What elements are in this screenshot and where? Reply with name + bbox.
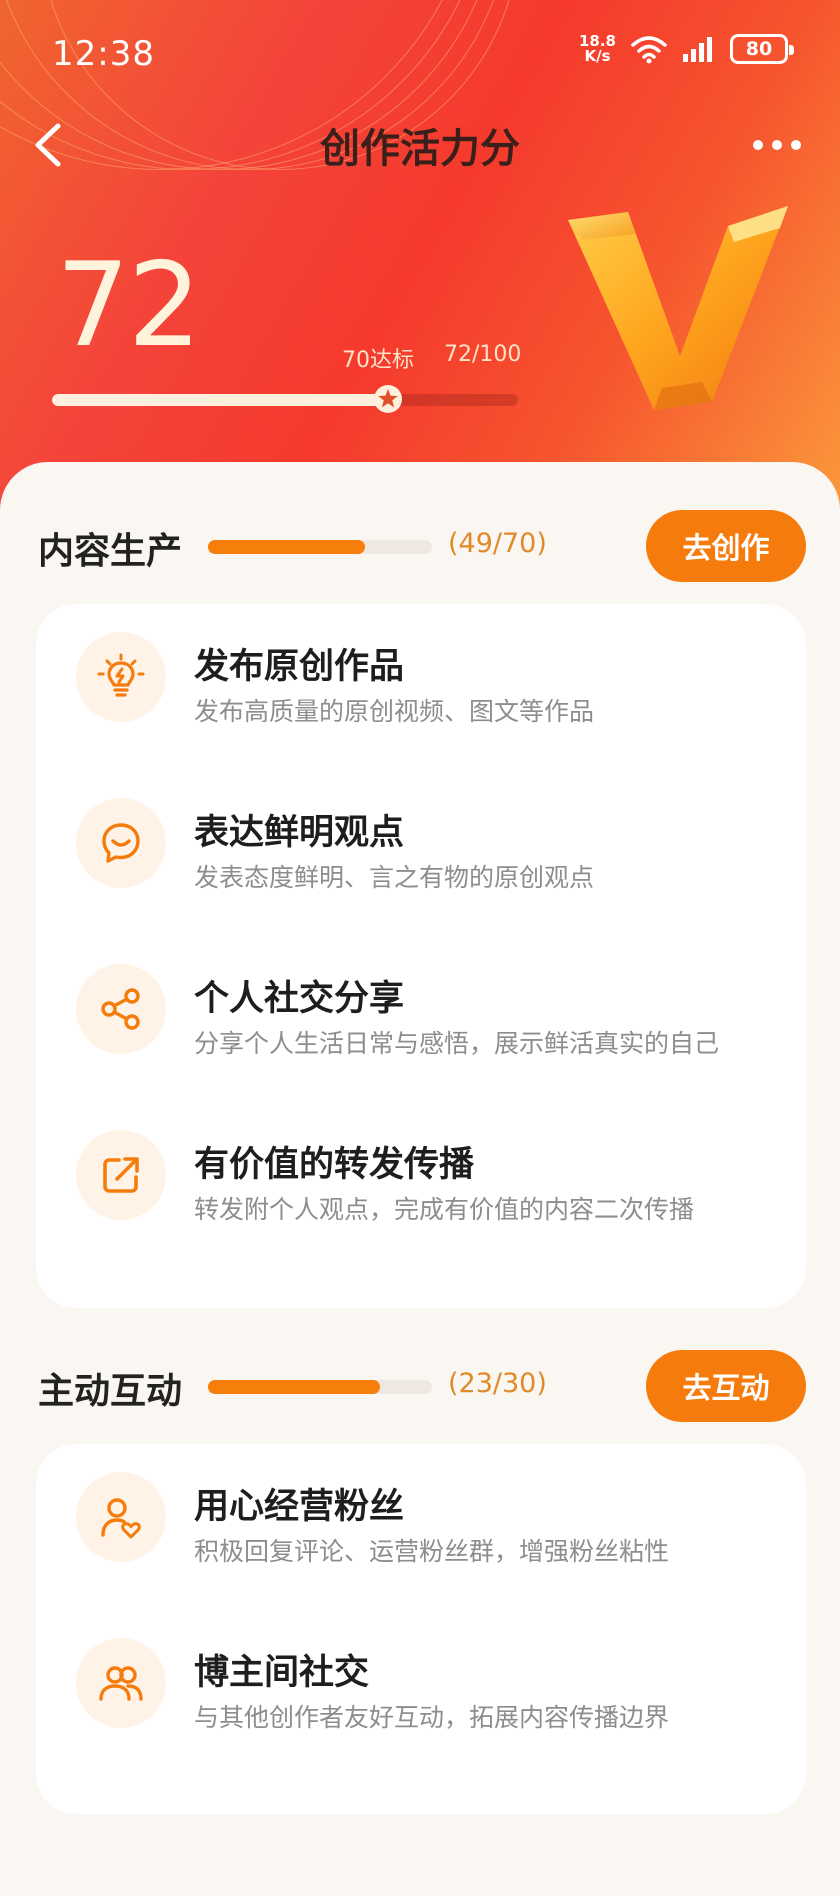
task-desc: 发布高质量的原创视频、图文等作品	[194, 697, 595, 726]
page-title: 创作活力分	[320, 126, 520, 172]
forward-icon	[76, 1130, 166, 1220]
task-desc: 转发附个人观点，完成有价值的内容二次传播	[194, 1195, 695, 1224]
section-header-content: 内容生产 (49/70) 去创作	[0, 510, 840, 582]
task-card-interaction: 用心经营粉丝 积极回复评论、运营粉丝群，增强粉丝粘性 博主间社交 与其他创作者友…	[36, 1444, 806, 1814]
share-icon	[76, 964, 166, 1054]
section-progress-fill	[208, 1380, 380, 1394]
target-label: 70达标	[342, 348, 414, 373]
go-interact-button[interactable]: 去互动	[646, 1350, 806, 1422]
task-title: 表达鲜明观点	[194, 813, 405, 853]
section-count: (49/70)	[448, 528, 547, 559]
lightbulb-icon	[76, 632, 166, 722]
task-card-content: 发布原创作品 发布高质量的原创视频、图文等作品 表达鲜明观点 发表态度鲜明、言之…	[36, 604, 806, 1308]
task-item[interactable]: 发布原创作品 发布高质量的原创视频、图文等作品	[36, 604, 806, 744]
nav-bar: 创作活力分	[0, 110, 840, 180]
score-progress-label: 72/100	[444, 342, 522, 367]
users-icon	[76, 1638, 166, 1728]
task-title: 有价值的转发传播	[194, 1145, 475, 1185]
task-title: 发布原创作品	[194, 647, 405, 687]
status-time: 12:38	[52, 34, 155, 74]
activity-score: 72	[56, 238, 202, 373]
section-progress-fill	[208, 540, 365, 554]
score-progress-bar	[52, 385, 518, 413]
task-item[interactable]: 表达鲜明观点 发表态度鲜明、言之有物的原创观点	[36, 770, 806, 910]
signal-icon	[683, 37, 712, 62]
user-heart-icon	[76, 1472, 166, 1562]
go-create-button[interactable]: 去创作	[646, 510, 806, 582]
task-item[interactable]: 博主间社交 与其他创作者友好互动，拓展内容传播边界	[36, 1610, 806, 1750]
star-icon	[373, 385, 402, 413]
section-progress-bar	[208, 540, 432, 554]
chat-bubble-icon	[76, 798, 166, 888]
section-header-interaction: 主动互动 (23/30) 去互动	[0, 1350, 840, 1422]
v-badge-icon	[568, 206, 788, 410]
section-title: 内容生产	[38, 531, 183, 572]
network-speed-unit: K/s	[584, 47, 611, 65]
task-title: 博主间社交	[194, 1653, 370, 1693]
task-desc: 积极回复评论、运营粉丝群，增强粉丝粘性	[194, 1537, 670, 1566]
score-progress-fill	[52, 394, 388, 406]
section-count: (23/30)	[448, 1368, 547, 1399]
task-item[interactable]: 有价值的转发传播 转发附个人观点，完成有价值的内容二次传播	[36, 1102, 806, 1242]
battery-indicator: 80	[730, 34, 794, 64]
task-desc: 与其他创作者友好互动，拓展内容传播边界	[194, 1703, 670, 1732]
task-title: 个人社交分享	[194, 979, 405, 1019]
task-item[interactable]: 用心经营粉丝 积极回复评论、运营粉丝群，增强粉丝粘性	[36, 1444, 806, 1584]
task-desc: 分享个人生活日常与感悟，展示鲜活真实的自己	[194, 1029, 720, 1058]
status-bar: 12:38 18.8 K/s 80	[0, 0, 840, 110]
wifi-icon	[631, 36, 667, 64]
status-icons: 18.8 K/s 80	[579, 34, 794, 64]
task-title: 用心经营粉丝	[194, 1487, 405, 1527]
section-title: 主动互动	[38, 1371, 183, 1412]
task-desc: 发表态度鲜明、言之有物的原创观点	[194, 863, 595, 892]
network-speed: 18.8 K/s	[579, 34, 616, 64]
section-progress-bar	[208, 1380, 432, 1394]
task-item[interactable]: 个人社交分享 分享个人生活日常与感悟，展示鲜活真实的自己	[36, 936, 806, 1076]
more-icon[interactable]	[750, 130, 804, 160]
